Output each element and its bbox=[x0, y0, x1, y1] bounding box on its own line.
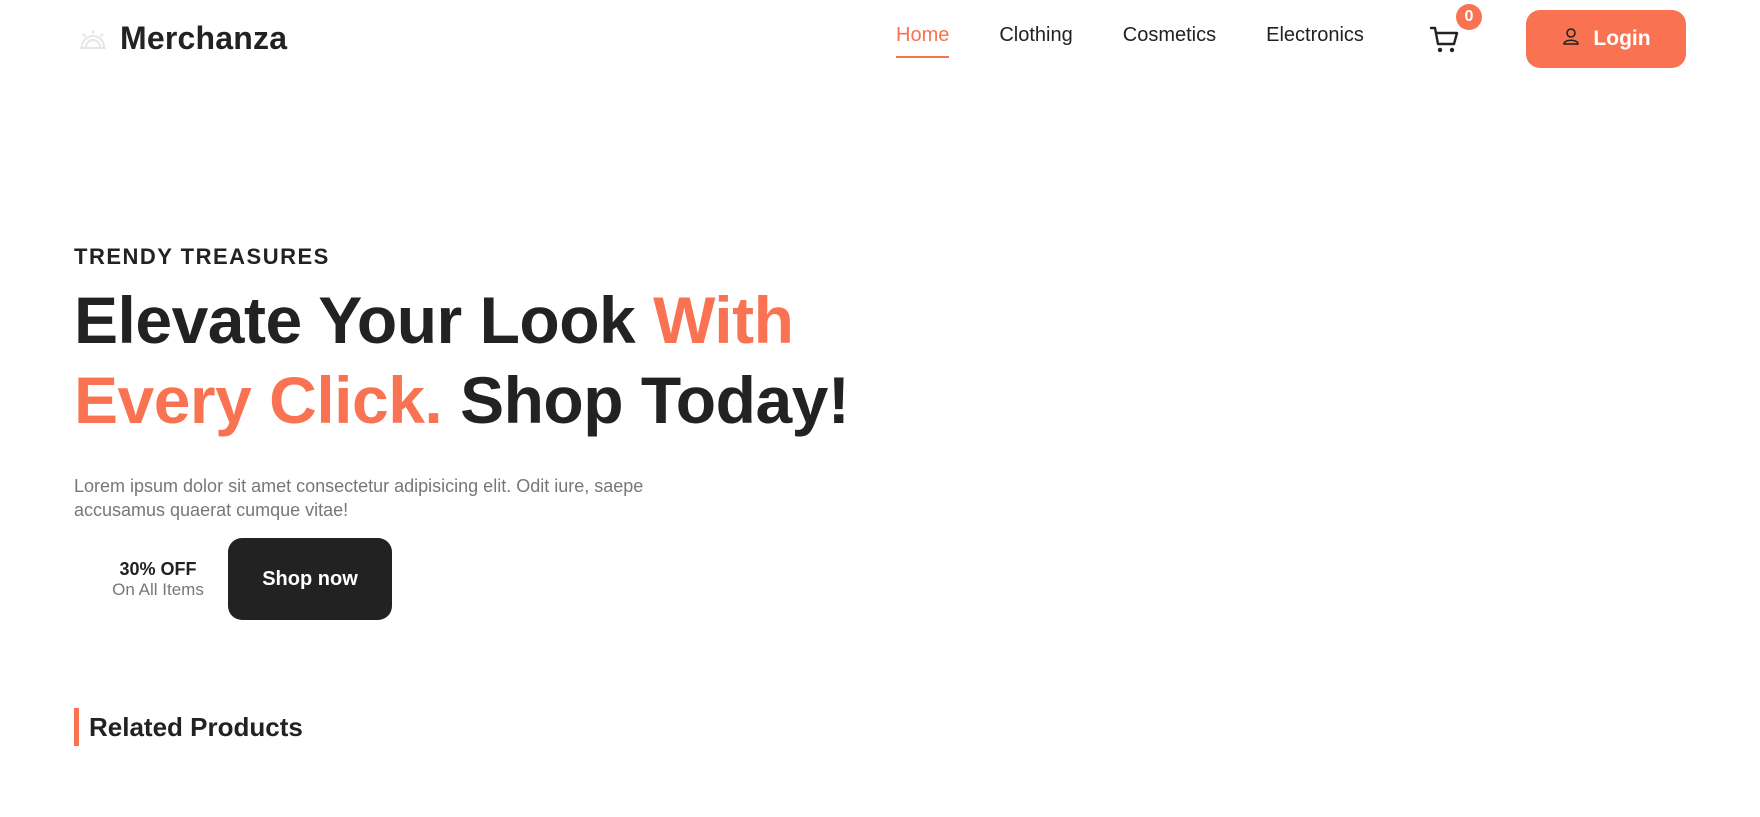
nav-item-home[interactable]: Home bbox=[896, 24, 950, 58]
related-products-title: Related Products bbox=[89, 711, 303, 742]
offer-block: 30% OFF On All Items bbox=[74, 559, 228, 600]
brand-name: Merchanza bbox=[120, 20, 288, 56]
headline-text-1: Elevate Your Look bbox=[74, 283, 654, 357]
site-header: Merchanza Home Clothing Cosmetics Electr… bbox=[0, 0, 1760, 80]
offer-title: 30% OFF bbox=[119, 558, 197, 579]
cart-button[interactable] bbox=[1428, 22, 1464, 58]
hero-section: TRENDY TREASURES Elevate Your Look With E… bbox=[74, 244, 934, 522]
section-accent-bar bbox=[74, 708, 79, 746]
nav-item-cosmetics[interactable]: Cosmetics bbox=[1123, 24, 1216, 58]
hero-headline: Elevate Your Look With Every Click. Shop … bbox=[74, 280, 934, 440]
cart-count-badge: 0 bbox=[1456, 4, 1482, 30]
user-icon bbox=[1561, 26, 1581, 52]
sunrise-logo-icon bbox=[78, 24, 108, 54]
nav-item-electronics[interactable]: Electronics bbox=[1266, 24, 1364, 58]
headline-accent-1: With bbox=[653, 283, 794, 357]
nav-item-clothing[interactable]: Clothing bbox=[999, 24, 1072, 58]
offer-subtitle: On All Items bbox=[112, 579, 204, 599]
shop-now-button[interactable]: Shop now bbox=[228, 538, 392, 620]
brand-logo[interactable]: Merchanza bbox=[78, 20, 287, 57]
cart-icon bbox=[1428, 26, 1462, 60]
hero-cta-row: 30% OFF On All Items Shop now bbox=[74, 538, 392, 620]
hero-description: Lorem ipsum dolor sit amet consectetur a… bbox=[74, 476, 644, 520]
related-products-heading: Related Products bbox=[74, 708, 303, 746]
headline-text-2: Shop Today! bbox=[442, 363, 850, 437]
login-label: Login bbox=[1593, 27, 1651, 50]
hero-eyebrow: TRENDY TREASURES bbox=[74, 244, 330, 269]
headline-accent-2: Every Click. bbox=[74, 363, 443, 437]
main-nav: Home Clothing Cosmetics Electronics bbox=[896, 24, 1414, 58]
login-button[interactable]: Login bbox=[1526, 10, 1686, 68]
